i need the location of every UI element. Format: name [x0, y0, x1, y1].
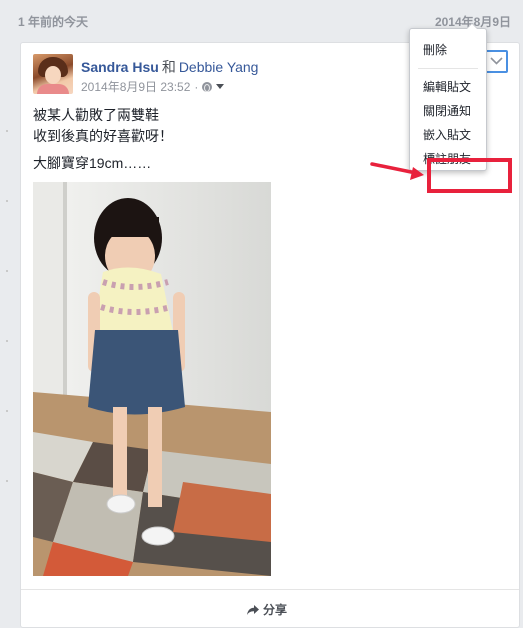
post-text-line: 收到後真的好喜歡呀！: [33, 128, 173, 144]
tagged-friend-link[interactable]: Debbie Yang: [179, 59, 259, 75]
post-text-line: 被某人勸敗了兩雙鞋: [33, 107, 159, 123]
post-photo[interactable]: [33, 182, 271, 576]
share-label: 分享: [263, 603, 288, 617]
post-options-menu: 刪除 編輯貼文 關閉通知 嵌入貼文 標註朋友: [409, 23, 487, 171]
share-bar: 分享: [21, 589, 519, 628]
photo-girl-shoes-image: [33, 182, 271, 576]
post-body-text: 被某人勸敗了兩雙鞋 收到後真的好喜歡呀！ 大腳寶穿19cm……: [33, 105, 173, 174]
author-line: Sandra Hsu 和 Debbie Yang: [81, 57, 258, 77]
globe-icon[interactable]: [202, 81, 213, 92]
menu-item-turn-off-notifications[interactable]: 關閉通知: [423, 102, 471, 119]
conjunction-text: 和: [161, 59, 176, 75]
post-timestamp[interactable]: 2014年8月9日 23:52: [81, 78, 190, 95]
share-button[interactable]: 分享: [247, 601, 287, 618]
menu-item-embed-post[interactable]: 嵌入貼文: [423, 126, 471, 143]
post-text-line: 大腳寶穿19cm……: [33, 155, 152, 171]
meta-dot: ·: [194, 79, 199, 94]
menu-item-delete[interactable]: 刪除: [423, 41, 447, 58]
share-icon: [247, 604, 259, 615]
menu-item-edit-post[interactable]: 編輯貼文: [423, 78, 471, 95]
author-name-link[interactable]: Sandra Hsu: [81, 59, 159, 75]
menu-notch: [466, 23, 478, 29]
arrow-annotation-icon: [370, 162, 424, 180]
post-options-button[interactable]: [485, 50, 508, 73]
embed-highlight-box: [427, 158, 512, 193]
author-avatar[interactable]: [33, 54, 73, 94]
caret-down-icon[interactable]: [216, 84, 225, 89]
chevron-down-icon: [490, 57, 503, 65]
memories-title: 1 年前的今天: [18, 15, 89, 29]
menu-divider: [418, 68, 478, 69]
post-meta: 2014年8月9日 23:52 ·: [81, 78, 225, 95]
